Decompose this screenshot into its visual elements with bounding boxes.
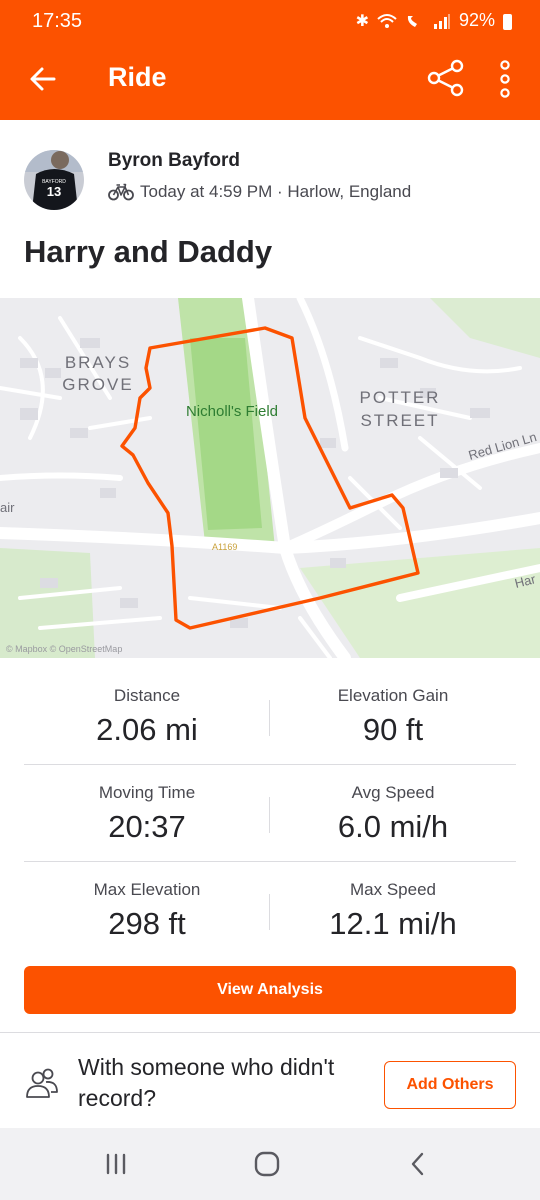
avatar[interactable]: BAYFORD 13 [24, 150, 84, 210]
activity-meta-text: Today at 4:59 PM · Harlow, England [140, 182, 412, 201]
wifi-calling-icon [407, 15, 417, 27]
activity-meta: Today at 4:59 PM · Harlow, England [108, 182, 411, 202]
share-icon [427, 59, 464, 97]
athlete-name[interactable]: Byron Bayford [108, 150, 240, 172]
signal-icon [433, 13, 450, 29]
view-analysis-button[interactable]: View Analysis [24, 966, 516, 1014]
add-others-button[interactable]: Add Others [384, 1061, 516, 1109]
stats-row: Moving Time 20:37 Avg Speed 6.0 mi/h [24, 765, 516, 862]
share-button[interactable] [426, 58, 466, 98]
stats-grid: Distance 2.06 mi Elevation Gain 90 ft Mo… [24, 668, 516, 959]
recent-apps-button[interactable] [86, 1146, 146, 1182]
back-chevron-icon [411, 1152, 424, 1176]
battery-text: 92% [458, 10, 495, 30]
home-button[interactable] [237, 1146, 297, 1182]
svg-text:13: 13 [47, 184, 61, 199]
stat-elevation-gain: Elevation Gain 90 ft [270, 668, 516, 748]
battery-icon [503, 13, 512, 30]
system-back-button[interactable] [388, 1146, 448, 1182]
app-bar: Ride [0, 38, 540, 120]
stat-label: Elevation Gain [337, 686, 449, 705]
status-bar: 17:35 ✱ 92% [0, 0, 540, 38]
more-vertical-icon [500, 60, 510, 98]
more-button[interactable] [492, 58, 518, 100]
stat-avg-speed: Avg Speed 6.0 mi/h [270, 765, 516, 845]
stat-value: 298 ft [108, 906, 186, 941]
map-label-street: STREET [360, 411, 439, 430]
stat-value: 6.0 mi/h [337, 809, 449, 844]
stat-label: Moving Time [98, 783, 196, 802]
stat-value: 2.06 mi [96, 712, 198, 747]
map-green-area [0, 548, 95, 658]
stat-label: Max Elevation [93, 880, 201, 899]
people-icon [26, 1068, 58, 1098]
map-label-field: Nicholl's Field [186, 403, 278, 420]
page-title: Ride [108, 62, 167, 92]
map-label-potter: POTTER [360, 388, 441, 407]
stat-value: 90 ft [362, 712, 424, 747]
wifi-icon [377, 13, 397, 28]
stat-value: 20:37 [108, 809, 186, 844]
recent-apps-icon [106, 1153, 126, 1175]
map-label-road: A1169 [212, 542, 237, 552]
stat-distance: Distance 2.06 mi [24, 668, 270, 748]
back-button[interactable] [24, 60, 62, 98]
stat-label: Avg Speed [351, 783, 435, 802]
map-label-left-edge: air [0, 500, 15, 515]
system-nav-bar [0, 1128, 540, 1200]
home-icon [254, 1151, 280, 1177]
stats-row: Max Elevation 298 ft Max Speed 12.1 mi/h [24, 862, 516, 959]
stat-moving-time: Moving Time 20:37 [24, 765, 270, 845]
bluetooth-icon: ✱ [355, 12, 369, 30]
stats-row: Distance 2.06 mi Elevation Gain 90 ft [24, 668, 516, 765]
stat-max-speed: Max Speed 12.1 mi/h [270, 862, 516, 942]
map-attribution: © Mapbox © OpenStreetMap [6, 644, 122, 654]
map-label-grove: GROVE [62, 375, 133, 394]
with-someone-text: With someone who didn't record? [78, 1054, 335, 1111]
route-map[interactable]: BRAYS GROVE Nicholl's Field POTTER STREE… [0, 298, 540, 658]
stat-label: Distance [113, 686, 181, 705]
map-canvas: BRAYS GROVE Nicholl's Field POTTER STREE… [0, 298, 540, 658]
activity-title: Harry and Daddy [24, 234, 273, 269]
arrow-left-icon [30, 67, 56, 91]
status-icons: ✱ 92% [356, 10, 512, 31]
bike-icon [108, 183, 134, 201]
divider [0, 1032, 540, 1033]
stat-label: Max Speed [350, 880, 436, 899]
stat-value: 12.1 mi/h [329, 906, 457, 941]
map-label-brays: BRAYS [65, 353, 131, 372]
stat-max-elevation: Max Elevation 298 ft [24, 862, 270, 942]
avatar-image: BAYFORD 13 [24, 150, 84, 210]
status-time: 17:35 [32, 10, 83, 32]
